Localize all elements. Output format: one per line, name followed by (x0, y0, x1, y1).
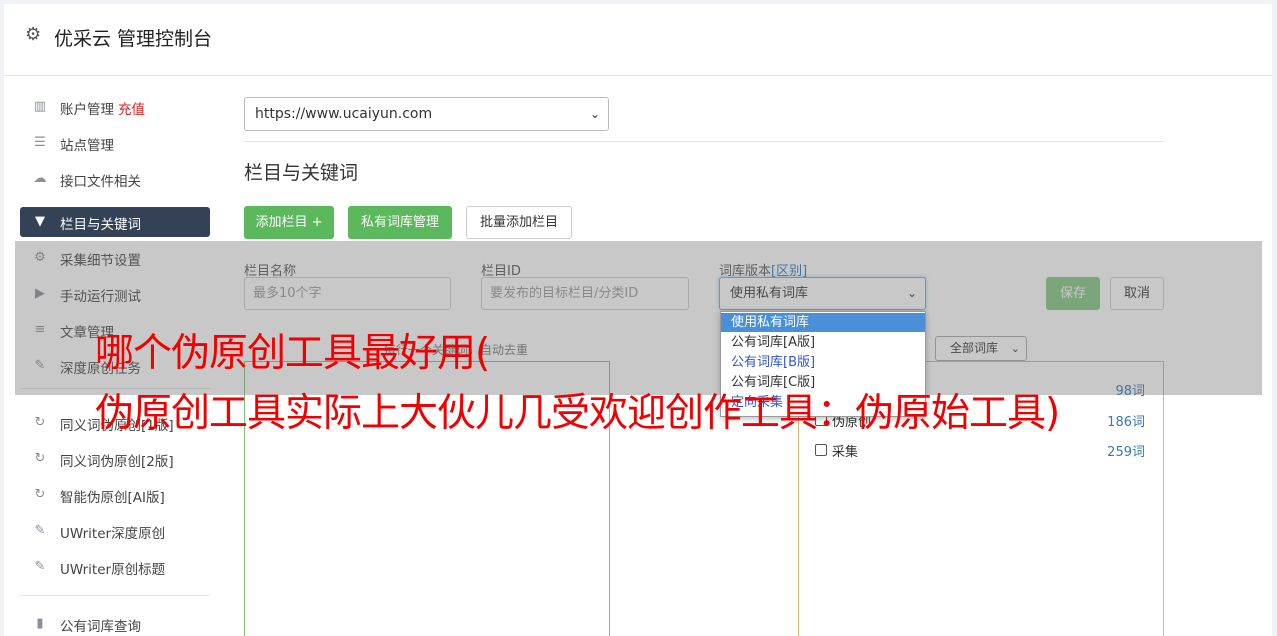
site-select[interactable]: https://www.ucaiyun.com ⌄ (244, 97, 609, 131)
library-count: 259词 (1107, 445, 1145, 460)
sidebar-divider (20, 595, 210, 596)
sidebar-item-account[interactable]: ▥ 账户管理 充值 (20, 92, 210, 122)
sidebar-item-uwriter-title[interactable]: ✎ UWriter原创标题 (20, 552, 210, 582)
sidebar-item-label: 账户管理 (60, 102, 114, 118)
sidebar-item-columns-keywords[interactable]: ▼ 栏目与关键词 (20, 207, 210, 237)
filter-icon: ▼ (35, 214, 45, 229)
refresh-icon: ↻ (34, 415, 46, 430)
sidebar-item-uwriter-deep[interactable]: ✎ UWriter深度原创 (20, 516, 210, 546)
app-header: ⚙ 优采云 管理控制台 (4, 4, 1272, 76)
chevron-down-icon: ⌄ (589, 107, 600, 121)
library-row[interactable]: 采集 259词 (815, 441, 1145, 461)
cloud-upload-icon: ☁ (33, 171, 47, 186)
refresh-icon: ↻ (34, 487, 46, 502)
dropdown-option[interactable]: 使用私有词库 (721, 313, 925, 332)
sidebar-item-label: 接口文件相关 (60, 174, 141, 190)
refresh-icon: ↻ (34, 451, 46, 466)
library-checkbox[interactable] (815, 444, 827, 456)
server-icon: ☰ (34, 135, 46, 150)
section-title: 栏目与关键词 (244, 162, 359, 184)
sidebar-item-label: 公有词库查询 (60, 619, 141, 635)
private-lib-button[interactable]: 私有词库管理 (348, 206, 452, 239)
sidebar-item-label: UWriter深度原创 (60, 526, 166, 542)
headline-line-2: 伪原创工具实际上大伙儿几受欢迎创作工具：伪原始工具) (95, 391, 1060, 436)
bar-chart-icon: ▥ (33, 99, 47, 114)
section-divider (244, 141, 1164, 142)
sidebar-item-sites[interactable]: ☰ 站点管理 (20, 128, 210, 158)
dropdown-option[interactable]: 公有词库[A版] (721, 333, 925, 352)
edit-icon: ✎ (34, 523, 46, 538)
sidebar-item-label: 站点管理 (60, 138, 114, 154)
gear-icon: ⚙ (25, 24, 42, 45)
sidebar-item-api-files[interactable]: ☁ 接口文件相关 (20, 164, 210, 194)
sidebar-item-public-lib[interactable]: ▮ 公有词库查询 (20, 609, 210, 636)
library-count: 186词 (1107, 415, 1145, 430)
book-icon: ▮ (36, 616, 44, 631)
headline-line-1: 哪个伪原创工具最好用( (95, 331, 490, 376)
app-title: 优采云 管理控制台 (54, 28, 213, 50)
edit-icon: ✎ (34, 559, 46, 574)
recharge-link[interactable]: 充值 (118, 102, 145, 118)
batch-add-button[interactable]: 批量添加栏目 (466, 206, 572, 239)
sidebar-item-label: 栏目与关键词 (60, 217, 141, 233)
add-column-button[interactable]: 添加栏目 + (244, 206, 334, 239)
sidebar-item-label: 智能伪原创[AI版] (60, 490, 165, 506)
sidebar-item-label: UWriter原创标题 (60, 562, 166, 578)
site-select-value: https://www.ucaiyun.com (255, 106, 433, 122)
dropdown-option[interactable]: 公有词库[B版] (721, 353, 925, 372)
sidebar-item-label: 同义词伪原创[2版] (60, 454, 174, 470)
sidebar-item-ai-rewrite[interactable]: ↻ 智能伪原创[AI版] (20, 480, 210, 510)
library-name: 采集 (832, 445, 859, 460)
sidebar-item-synonym-v2[interactable]: ↻ 同义词伪原创[2版] (20, 444, 210, 474)
